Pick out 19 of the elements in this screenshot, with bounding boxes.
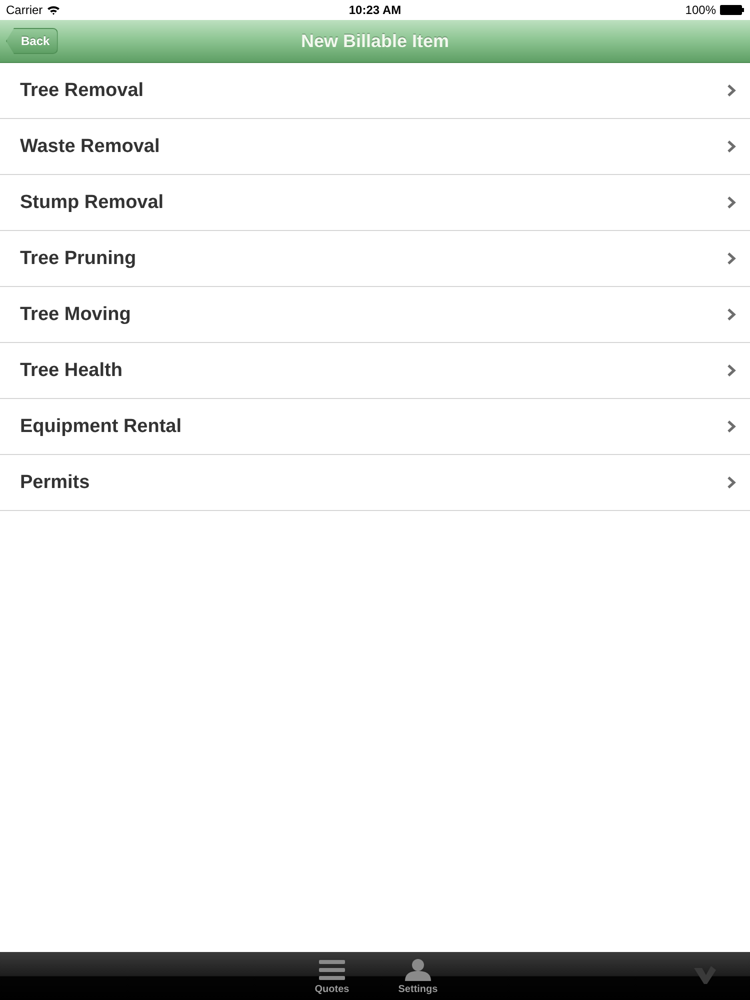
tab-button[interactable]: Quotes xyxy=(289,952,375,1000)
chevron-icon xyxy=(727,84,736,97)
chevron-icon xyxy=(727,476,736,489)
battery-percent: 100% xyxy=(685,3,716,17)
chevron-icon xyxy=(727,196,736,209)
carrier-label: Carrier xyxy=(6,3,43,17)
tab-button[interactable]: Settings xyxy=(375,952,461,1000)
chevron-icon xyxy=(727,252,736,265)
screen-title: New Billable Item xyxy=(300,30,450,52)
status-time: 10:23 AM xyxy=(348,3,402,17)
chevron-icon xyxy=(727,308,736,321)
chevron-icon xyxy=(727,364,736,377)
logo-icon xyxy=(694,966,716,984)
wifi-icon xyxy=(46,5,60,15)
menu-icon xyxy=(319,959,345,981)
chevron-icon xyxy=(727,140,736,153)
person-icon xyxy=(405,959,431,981)
battery-icon xyxy=(720,5,744,15)
chevron-icon xyxy=(727,420,736,433)
